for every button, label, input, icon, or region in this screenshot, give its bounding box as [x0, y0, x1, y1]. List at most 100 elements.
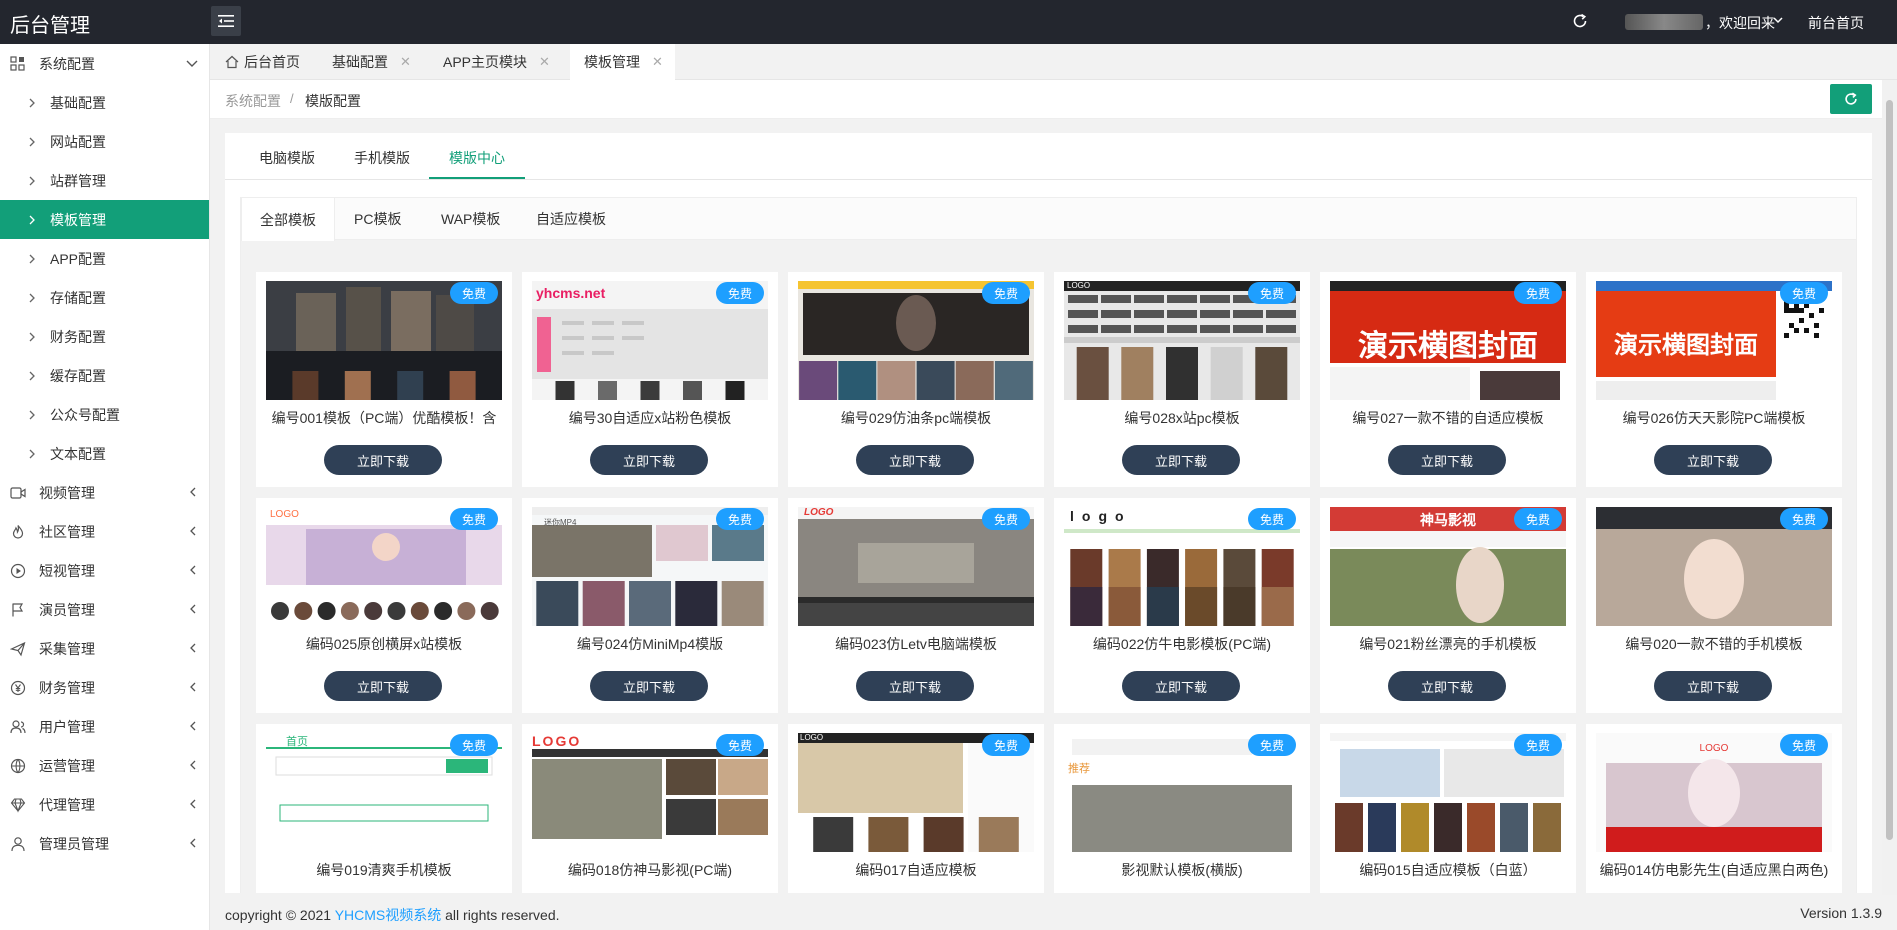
front-home-link[interactable]: 前台首页 [1808, 13, 1864, 33]
grid-icon [10, 55, 26, 72]
download-button[interactable]: 立即下载 [324, 671, 442, 701]
template-card[interactable]: 迷你MP4 免费 编号024仿MiniMp4模版 立即下载 [522, 498, 778, 713]
download-button[interactable]: 立即下载 [1388, 445, 1506, 475]
sidebar-group[interactable]: 用户管理 [0, 707, 209, 746]
template-card[interactable]: 免费 编号029仿油条pc端模板 立即下载 [788, 272, 1044, 487]
chevron-down-icon[interactable] [1772, 14, 1784, 29]
download-button[interactable]: 立即下载 [1122, 671, 1240, 701]
vertical-scrollbar[interactable] [1882, 80, 1897, 895]
sidebar-item[interactable]: 存储配置 [0, 278, 209, 317]
tab-template-manage[interactable]: 模板管理 ✕ [570, 44, 675, 80]
sidebar-group-label: 运营管理 [39, 757, 95, 774]
template-card[interactable]: 演示横图封面 免费 编号026仿天天影院PC端模板 立即下载 [1586, 272, 1842, 487]
sidebar-item[interactable]: 财务配置 [0, 317, 209, 356]
template-name: 编号026仿天天影院PC端模板 [1622, 410, 1806, 426]
chevron-right-icon [27, 330, 37, 346]
chevron-right-icon [27, 213, 37, 229]
filter-responsive[interactable]: 自适应模板 [518, 198, 624, 240]
template-card[interactable]: logo 免费 编码022仿牛电影模板(PC端) 立即下载 [1054, 498, 1310, 713]
sidebar-group[interactable]: 财务管理 [0, 668, 209, 707]
download-button[interactable]: 立即下载 [1388, 671, 1506, 701]
tab-mobile-template[interactable]: 手机模版 [354, 148, 410, 168]
sidebar-group[interactable]: 短视管理 [0, 551, 209, 590]
refresh-button[interactable] [1830, 84, 1872, 114]
version-text: Version 1.3.9 [1800, 905, 1882, 921]
username-redacted [1625, 14, 1703, 30]
sidebar-item[interactable]: 网站配置 [0, 122, 209, 161]
sidebar-group[interactable]: 采集管理 [0, 629, 209, 668]
sidebar-group-label: 管理员管理 [39, 835, 109, 852]
template-card[interactable]: LOGO 免费 编码023仿Letv电脑端模板 立即下载 [788, 498, 1044, 713]
tab-template-center[interactable]: 模版中心 [449, 148, 505, 168]
template-card[interactable]: 免费编码015自适应模板（白蓝）立即下载 [1320, 724, 1576, 893]
sidebar-group[interactable]: 运营管理 [0, 746, 209, 785]
chevron-down-icon [185, 56, 199, 73]
template-card[interactable]: 首页免费编号019清爽手机模板立即下载 [256, 724, 512, 893]
sidebar-group[interactable]: 管理员管理 [0, 824, 209, 863]
download-button[interactable]: 立即下载 [856, 445, 974, 475]
template-center-panel: 全部模板 PC模板 WAP模板 自适应模板 免费 编号001模板（PC端）优酷模板… [240, 197, 1857, 893]
template-card[interactable]: 演示横图封面 免费 编号027一款不错的自适应模板 立即下载 [1320, 272, 1576, 487]
sidebar-group[interactable]: 代理管理 [0, 785, 209, 824]
chevron-left-icon [187, 524, 199, 541]
chevron-left-icon [187, 680, 199, 697]
active-tab-underline [429, 177, 525, 179]
thumb-banner-text: 演示横图封面 [1614, 332, 1758, 359]
breadcrumb-current: 模版配置 [305, 93, 361, 109]
sidebar-item[interactable]: 基础配置 [0, 83, 209, 122]
download-button[interactable]: 立即下载 [590, 445, 708, 475]
tab-basic-config[interactable]: 基础配置 ✕ [332, 44, 411, 80]
filter-all[interactable]: 全部模板 [241, 198, 335, 241]
sidebar-item[interactable]: 缓存配置 [0, 356, 209, 395]
sidebar-item[interactable]: 文本配置 [0, 434, 209, 473]
download-button[interactable]: 立即下载 [856, 671, 974, 701]
filter-wap[interactable]: WAP模板 [423, 198, 518, 240]
breadcrumb-parent[interactable]: 系统配置 [225, 91, 281, 111]
download-button[interactable]: 立即下载 [324, 445, 442, 475]
download-button[interactable]: 立即下载 [1654, 671, 1772, 701]
sidebar-item[interactable]: APP配置 [0, 239, 209, 278]
template-card[interactable]: LOGO免费编码018仿神马影视(PC端)立即下载 [522, 724, 778, 893]
free-badge: 免费 [716, 508, 764, 530]
sidebar-group-label: 系统配置 [39, 55, 95, 72]
tab-pc-template[interactable]: 电脑模版 [259, 148, 315, 168]
sidebar-group[interactable]: 演员管理 [0, 590, 209, 629]
template-card[interactable]: LOGO免费编码017自适应模板立即下载 [788, 724, 1044, 893]
sidebar-group-label: 用户管理 [39, 718, 95, 735]
sidebar-group[interactable]: 社区管理 [0, 512, 209, 551]
sidebar-item[interactable]: 站群管理 [0, 161, 209, 200]
close-icon[interactable]: ✕ [539, 54, 550, 70]
scrollbar-thumb[interactable] [1886, 100, 1893, 840]
sidebar-item[interactable]: 公众号配置 [0, 395, 209, 434]
thumb-logo-text: 推荐 [1068, 763, 1090, 775]
welcome-text[interactable]: ，欢迎回来 [1705, 13, 1775, 33]
filter-pc[interactable]: PC模板 [336, 198, 419, 240]
menu-toggle-button[interactable] [211, 6, 241, 36]
download-button[interactable]: 立即下载 [590, 671, 708, 701]
download-button[interactable]: 立即下载 [1654, 445, 1772, 475]
refresh-icon[interactable] [1571, 12, 1591, 32]
breadcrumb: 系统配置 / 模版配置 [210, 80, 1882, 119]
sidebar-item[interactable]: 模板管理 [0, 200, 209, 239]
template-card[interactable]: 免费 编号020一款不错的手机模板 立即下载 [1586, 498, 1842, 713]
template-card[interactable]: yhcms.net 免费 编号30自适应x站粉色模板 立即下载 [522, 272, 778, 487]
brand-link[interactable]: YHCMS视频系统 [335, 907, 442, 923]
sidebar-group[interactable]: 视频管理 [0, 473, 209, 512]
close-icon[interactable]: ✕ [400, 54, 411, 70]
free-badge: 免费 [1248, 734, 1296, 756]
template-type-tabs: 电脑模版 手机模版 模版中心 [225, 133, 1872, 180]
chevron-left-icon [187, 602, 199, 619]
thumb-logo-text: LOGO [800, 733, 824, 742]
template-card[interactable]: LOGO 免费 编码025原创横屏x站模板 立即下载 [256, 498, 512, 713]
tab-home[interactable]: 后台首页 [225, 44, 300, 80]
sidebar-group-system[interactable]: 系统配置 [0, 44, 209, 83]
app-title: 后台管理 [10, 15, 90, 37]
template-card[interactable]: 免费 编号001模板（PC端）优酷模板！含 立即下载 [256, 272, 512, 487]
template-card[interactable]: 神马影视 免费 编号021粉丝漂亮的手机模板 立即下载 [1320, 498, 1576, 713]
tab-app-modules[interactable]: APP主页模块 ✕ [443, 44, 550, 80]
download-button[interactable]: 立即下载 [1122, 445, 1240, 475]
template-card[interactable]: LOGO 免费 编号028x站pc模板 立即下载 [1054, 272, 1310, 487]
template-card[interactable]: LOGO免费编码014仿电影先生(自适应黑白两色)立即下载 [1586, 724, 1842, 893]
template-card[interactable]: 推荐免费影视默认模板(横版)立即下载 [1054, 724, 1310, 893]
close-icon[interactable]: ✕ [652, 54, 663, 70]
